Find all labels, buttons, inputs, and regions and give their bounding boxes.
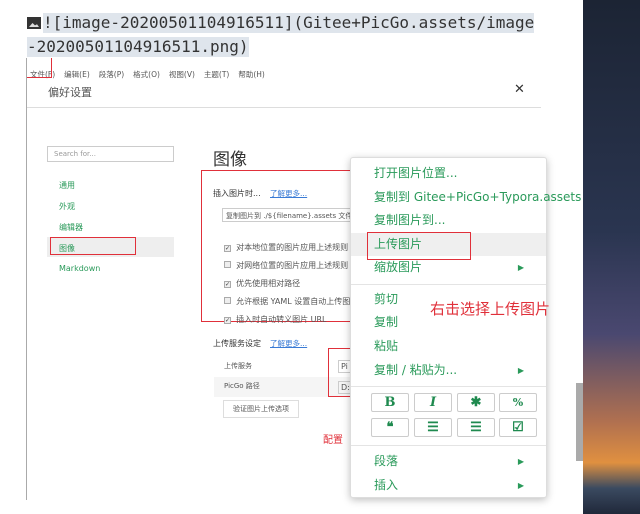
insert-label: 插入图片时...	[213, 189, 261, 198]
wallpaper	[583, 0, 640, 514]
chevron-right-icon: ▶	[517, 457, 524, 466]
chevron-right-icon: ▶	[517, 263, 524, 272]
checkbox[interactable]: ✓	[224, 245, 231, 252]
sidebar-item-editor[interactable]: 编辑器	[59, 222, 83, 233]
menu-item-copy-image-to[interactable]: 复制图片到...	[351, 209, 546, 232]
checkbox-row[interactable]: ✓ 优先使用相对路径	[224, 271, 360, 289]
divider	[27, 107, 541, 108]
menu-theme[interactable]: 主题(T)	[204, 70, 229, 79]
unordered-list-button[interactable]: ☰	[457, 418, 495, 437]
menu-separator	[351, 445, 546, 446]
menu-item-paragraph[interactable]: 段落 ▶	[351, 450, 546, 473]
sidebar-item-markdown[interactable]: Markdown	[59, 264, 100, 273]
task-list-button[interactable]: ☑	[499, 418, 537, 437]
sidebar-item-appearance[interactable]: 外观	[59, 201, 75, 212]
menu-bar: 文件(F) 编辑(E) 段落(P) 格式(O) 视图(V) 主题(T) 帮助(H)	[30, 62, 274, 81]
menu-edit[interactable]: 编辑(E)	[64, 70, 90, 79]
upload-settings-label: 上传服务设定	[213, 339, 261, 348]
checkbox-row[interactable]: ✓ 插入时自动转义图片 URL	[224, 307, 360, 325]
checkbox-label: 对本地位置的图片应用上述规则	[236, 243, 349, 252]
context-menu: 打开图片位置... 复制到 Gitee+PicGo+Typora.assets …	[350, 157, 581, 498]
screenshot-left-border	[26, 58, 27, 500]
checkbox-label: 优先使用相对路径	[236, 279, 301, 288]
menu-item-label: 插入	[374, 478, 399, 492]
menu-separator	[351, 284, 546, 285]
highlight-file-menu	[27, 58, 52, 78]
menu-item-paste[interactable]: 粘贴	[351, 335, 546, 358]
annotation-text: 右击选择上传图片	[430, 300, 551, 318]
menu-item-copy-paste-as[interactable]: 复制 / 粘贴为... ▶	[351, 359, 546, 382]
menu-help[interactable]: 帮助(H)	[238, 70, 265, 79]
prefs-title: 偏好设置	[48, 86, 92, 99]
menu-item-insert[interactable]: 插入 ▶	[351, 474, 546, 497]
checkbox[interactable]	[224, 261, 231, 268]
italic-button[interactable]: I	[414, 393, 452, 412]
image-icon	[27, 17, 41, 29]
close-icon[interactable]: ✕	[514, 82, 525, 97]
checkbox[interactable]: ✓	[224, 281, 231, 288]
checkbox-row[interactable]: ✓ 对本地位置的图片应用上述规则	[224, 235, 360, 253]
checkbox-row[interactable]: 对网络位置的图片应用上述规则	[224, 253, 360, 271]
picgo-path-label: PicGo 路径	[224, 382, 260, 390]
checkbox-label: 允许根据 YAML 设置自动上传图片	[236, 297, 359, 306]
section-heading: 图像	[213, 150, 247, 170]
upload-learn-more-link[interactable]: 了解更多...	[270, 338, 307, 349]
menu-item-label: 缩放图片	[374, 260, 423, 274]
menu-item-open-location[interactable]: 打开图片位置...	[351, 162, 546, 185]
checkbox-label: 插入时自动转义图片 URL	[236, 315, 327, 324]
verify-upload-button[interactable]: 验证图片上传选项	[223, 400, 299, 418]
insert-select[interactable]: 复制图片到 ./${filename}.assets 文件夹	[222, 208, 362, 222]
chevron-right-icon: ▶	[517, 481, 524, 490]
checkbox-list: ✓ 对本地位置的图片应用上述规则 对网络位置的图片应用上述规则 ✓ 优先使用相对…	[224, 235, 360, 325]
menu-separator	[351, 386, 546, 387]
checkbox-label: 对网络位置的图片应用上述规则	[236, 261, 349, 270]
highlight-image-tab	[50, 237, 136, 255]
menu-view[interactable]: 视图(V)	[169, 70, 195, 79]
menu-paragraph[interactable]: 段落(P)	[99, 70, 124, 79]
search-input[interactable]: Search for...	[47, 146, 174, 162]
quote-button[interactable]: ❝	[371, 418, 409, 437]
menu-format[interactable]: 格式(O)	[133, 70, 160, 79]
config-note: 配置	[323, 435, 343, 446]
bold-button[interactable]: B	[371, 393, 409, 412]
sidebar-item-general[interactable]: 通用	[59, 180, 75, 191]
markdown-line-2[interactable]: -20200501104916511.png)	[27, 37, 249, 57]
markdown-line-1[interactable]: ![image-20200501104916511](Gitee+PicGo.a…	[43, 13, 535, 33]
menu-item-copy-to-assets[interactable]: 复制到 Gitee+PicGo+Typora.assets	[351, 186, 581, 209]
upload-service-label: 上传服务	[224, 362, 252, 370]
checkbox-row[interactable]: 允许根据 YAML 设置自动上传图片	[224, 289, 360, 307]
chevron-right-icon: ▶	[517, 366, 524, 375]
link-icon[interactable]: %	[499, 393, 537, 412]
menu-item-label: 段落	[374, 454, 399, 468]
checkbox[interactable]: ✓	[224, 317, 231, 324]
ordered-list-button[interactable]: ☰	[414, 418, 452, 437]
code-button[interactable]: ✱	[457, 393, 495, 412]
learn-more-link[interactable]: 了解更多...	[270, 188, 307, 199]
highlight-upload-image	[367, 232, 471, 260]
menu-item-label: 复制 / 粘贴为...	[374, 363, 458, 377]
checkbox[interactable]	[224, 297, 231, 304]
scrollbar-thumb[interactable]	[576, 383, 583, 461]
